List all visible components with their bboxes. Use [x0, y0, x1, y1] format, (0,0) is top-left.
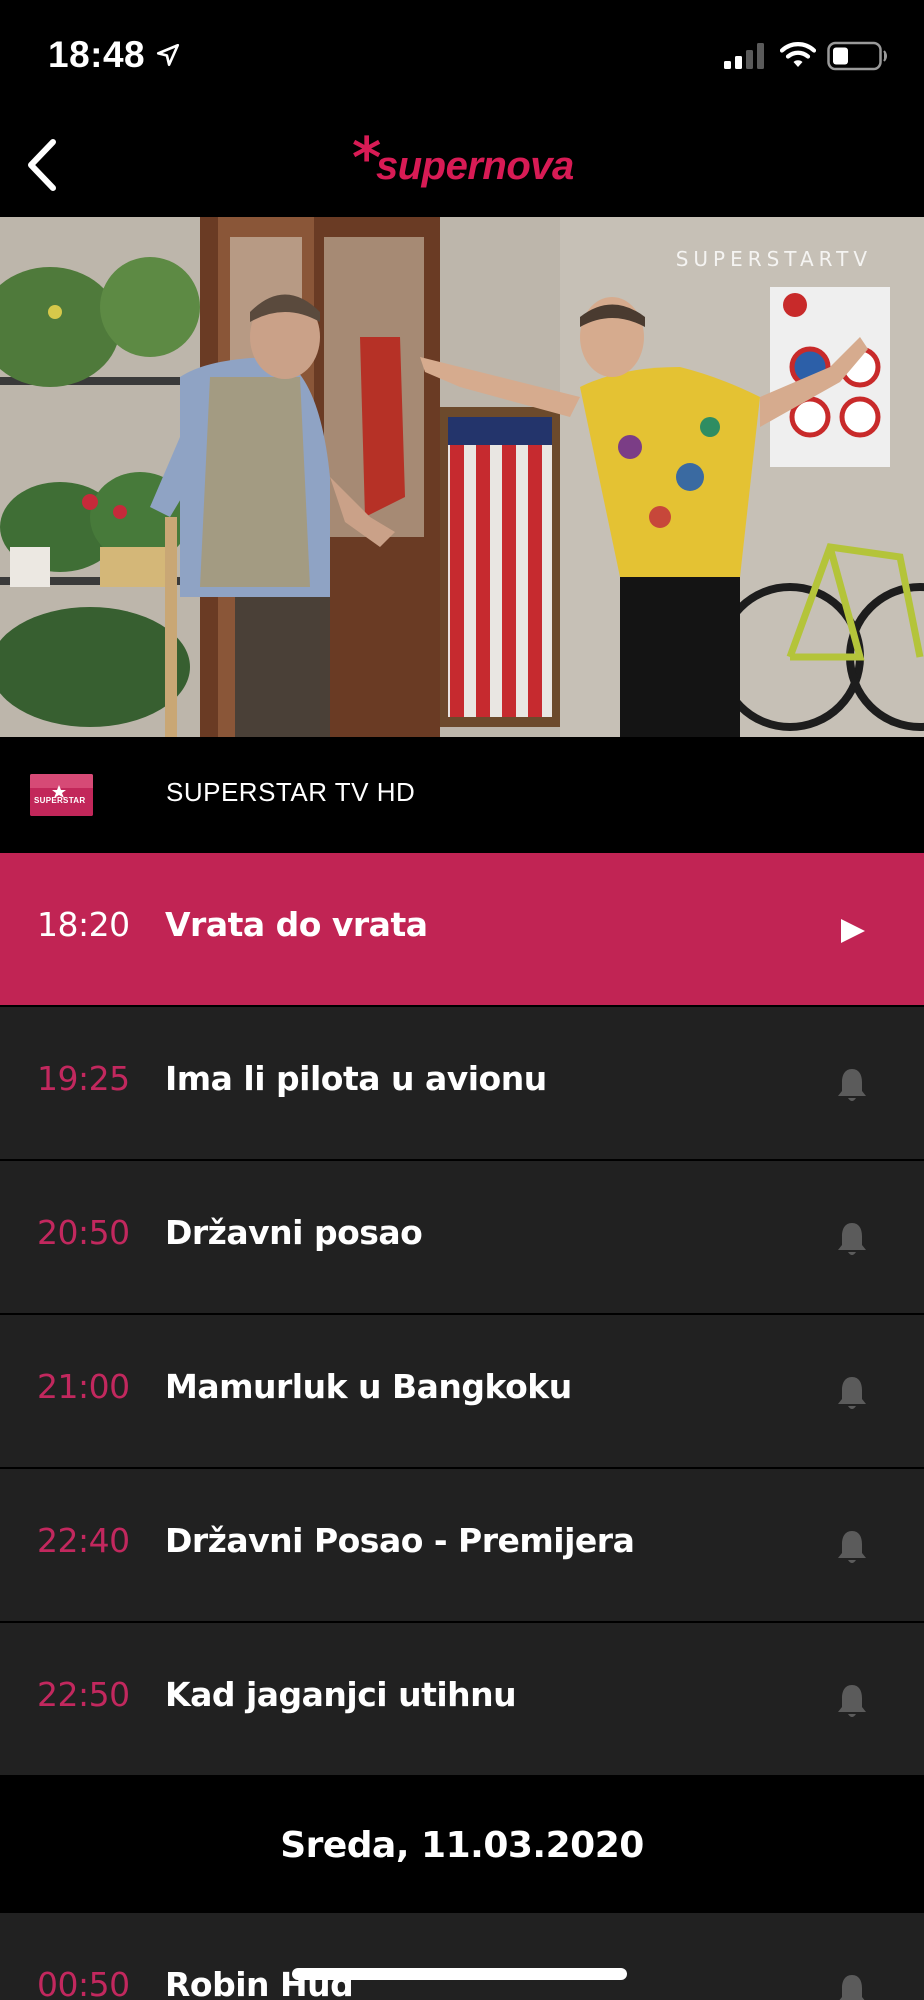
program-title: Državni Posao - Premijera: [165, 1521, 635, 1560]
program-row[interactable]: 00:50 Robin Hud: [0, 1913, 924, 2000]
bell-icon[interactable]: [834, 1527, 870, 1567]
cellular-signal-icon: [724, 43, 764, 69]
bell-icon[interactable]: [834, 1681, 870, 1721]
status-bar: 18:48: [0, 0, 924, 112]
video-player[interactable]: SUPERSTARTV: [0, 217, 924, 737]
program-time: 19:25: [37, 1059, 130, 1098]
battery-low-icon: [827, 41, 887, 71]
video-frame: [0, 217, 924, 737]
bell-icon[interactable]: [834, 1971, 870, 2000]
program-time: 22:40: [37, 1521, 130, 1560]
channel-logo-mark: [30, 774, 93, 816]
program-title: Ima li pilota u avionu: [165, 1059, 547, 1098]
brand-name: supernova: [376, 144, 574, 188]
schedule-list: 18:20 Vrata do vrata 19:25 Ima li pilota…: [0, 853, 924, 2000]
bell-icon[interactable]: [834, 1219, 870, 1259]
chevron-left-icon: [28, 139, 56, 191]
program-title: Mamurluk u Bangkoku: [165, 1367, 572, 1406]
play-icon[interactable]: [834, 911, 870, 951]
program-time: 18:20: [37, 905, 130, 944]
channel-name: SUPERSTAR TV HD: [166, 777, 416, 807]
program-title: Državni posao: [165, 1213, 423, 1252]
screen: 18:48 * supernova SUPERSTARTV SUPERSTAR …: [0, 0, 924, 2000]
date-header: Sreda, 11.03.2020: [0, 1777, 924, 1913]
channel-row: SUPERSTAR SUPERSTAR TV HD: [0, 737, 924, 853]
bell-icon[interactable]: [834, 1065, 870, 1105]
status-time: 18:48: [48, 34, 146, 75]
program-row[interactable]: 22:40 Državni Posao - Premijera: [0, 1469, 924, 1623]
video-watermark: SUPERSTARTV: [675, 247, 872, 271]
bell-icon[interactable]: [834, 1373, 870, 1413]
channel-logo-text: SUPERSTAR: [34, 796, 86, 805]
channel-logo: SUPERSTAR: [30, 774, 93, 816]
brand-logo: * supernova: [352, 126, 582, 202]
program-row[interactable]: 22:50 Kad jaganjci utihnu: [0, 1623, 924, 1777]
program-row[interactable]: 18:20 Vrata do vrata: [0, 853, 924, 1007]
program-title: Vrata do vrata: [165, 905, 428, 944]
wifi-icon: [780, 42, 816, 67]
program-time: 00:50: [37, 1965, 130, 2000]
program-row[interactable]: 20:50 Državni posao: [0, 1161, 924, 1315]
back-button[interactable]: [12, 130, 72, 200]
program-time: 22:50: [37, 1675, 130, 1714]
program-time: 21:00: [37, 1367, 130, 1406]
program-row[interactable]: 21:00 Mamurluk u Bangkoku: [0, 1315, 924, 1469]
location-arrow-icon: [156, 43, 180, 67]
program-title: Kad jaganjci utihnu: [165, 1675, 517, 1714]
nav-bar: * supernova: [0, 112, 924, 217]
program-row[interactable]: 19:25 Ima li pilota u avionu: [0, 1007, 924, 1161]
date-text: Sreda, 11.03.2020: [280, 1824, 644, 1866]
program-time: 20:50: [37, 1213, 130, 1252]
home-indicator[interactable]: [292, 1968, 627, 1980]
